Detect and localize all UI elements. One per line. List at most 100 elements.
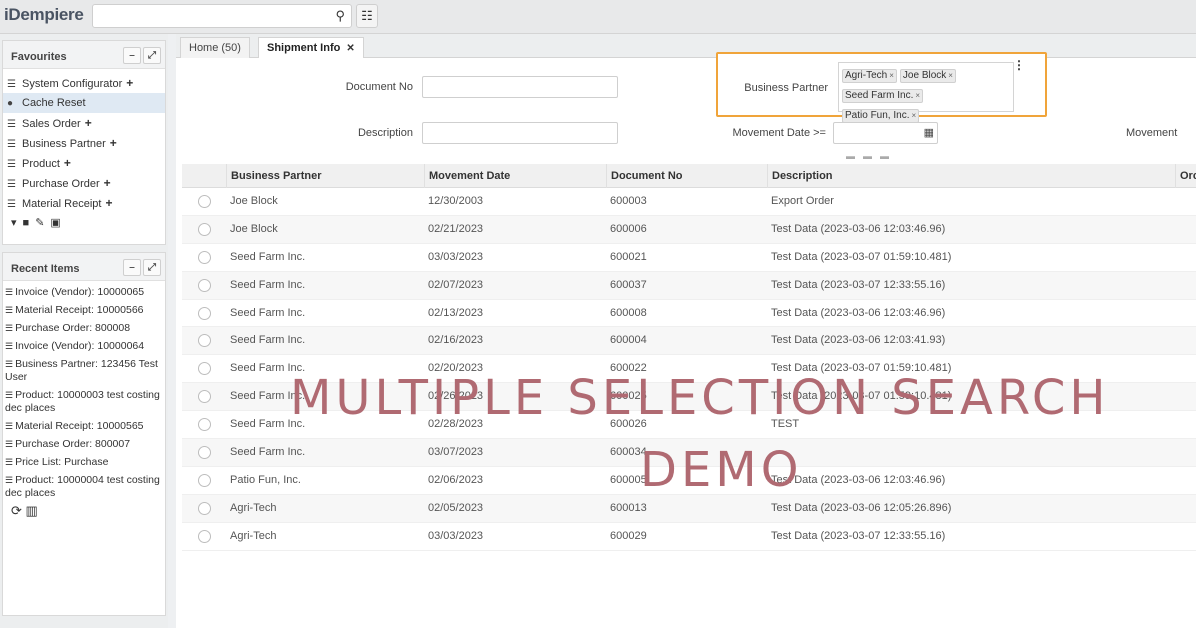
table-row[interactable]: Patio Fun, Inc. 02/06/2023 600005 Test Data…: [182, 467, 1196, 495]
remove-chip-icon[interactable]: ×: [948, 71, 953, 80]
new-record-icon[interactable]: +: [126, 76, 133, 90]
row-select-radio[interactable]: [198, 306, 211, 320]
collapse-icon[interactable]: –: [123, 259, 141, 276]
new-record-icon[interactable]: +: [104, 176, 111, 190]
global-search-input[interactable]: ⚲: [92, 4, 352, 28]
collapse-icon[interactable]: –: [123, 47, 141, 64]
table-row[interactable]: Seed Farm Inc. 02/16/2023 600004 Test Data …: [182, 327, 1196, 356]
folder-icon[interactable]: ■: [23, 217, 36, 229]
recent-item[interactable]: ☰ Purchase Order: 800007: [3, 436, 165, 454]
window-icon: ☰: [5, 341, 14, 351]
table-cell: 600004: [610, 334, 647, 347]
favourite-item[interactable]: ☰ Purchase Order +: [3, 173, 165, 193]
column-header[interactable]: Orc: [1175, 164, 1196, 188]
trash-icon[interactable]: ▥: [26, 503, 38, 518]
row-select-radio[interactable]: [198, 529, 211, 543]
new-record-icon[interactable]: +: [110, 136, 117, 150]
recent-items-header: Recent Items – ⤢: [3, 253, 165, 281]
selected-partner-chip: Agri-Tech ×: [842, 69, 897, 83]
row-select-radio[interactable]: [198, 222, 211, 236]
table-row[interactable]: Agri-Tech 03/03/2023 600029 Test Data (2023…: [182, 523, 1196, 551]
recent-item[interactable]: ☰ Material Receipt: 10000565: [3, 418, 165, 436]
row-select-radio[interactable]: [198, 250, 211, 264]
app-logo: iDempiere: [4, 5, 84, 24]
chevron-down-icon[interactable]: ▾: [11, 217, 23, 229]
column-header[interactable]: Description: [767, 164, 1175, 188]
window-icon: ☰: [5, 305, 14, 315]
recent-item[interactable]: ☰ Purchase Order: 800008: [3, 320, 165, 338]
row-select-radio[interactable]: [198, 195, 211, 208]
refresh-icon[interactable]: ⟳: [11, 503, 22, 518]
recent-item[interactable]: ☰ Product: 10000003 test costing dec plac…: [3, 387, 165, 418]
table-row[interactable]: Joe Block 12/30/2003 600003 Export Order: [182, 188, 1196, 216]
sidebar: Favourites – ⤢ ☰ System Configurator + ● Cach…: [0, 34, 168, 628]
window-icon: ☰: [7, 79, 16, 90]
save-icon[interactable]: ▣: [50, 217, 66, 229]
table-row[interactable]: Agri-Tech 02/05/2023 600013 Test Data (2023…: [182, 494, 1196, 523]
table-row[interactable]: Seed Farm Inc. 02/13/2023 600008 Test Data …: [182, 300, 1196, 328]
column-header[interactable]: Business Partner: [226, 164, 424, 188]
expand-icon[interactable]: ⤢: [143, 47, 161, 64]
movement-date-input[interactable]: ▦: [833, 122, 938, 144]
recent-item[interactable]: ☰ Product: 10000004 test costing dec plac…: [3, 472, 165, 503]
favourite-item-label: Product: [22, 158, 60, 170]
table-row[interactable]: Seed Farm Inc. 03/03/2023 600021 Test Data …: [182, 244, 1196, 272]
table-cell: 600006: [610, 222, 647, 235]
sitemap-icon[interactable]: ☷: [356, 4, 378, 28]
calendar-icon[interactable]: ▦: [924, 126, 934, 139]
recent-item-label: Price List: Purchase: [15, 456, 109, 468]
favourite-item[interactable]: ☰ Sales Order +: [3, 113, 165, 133]
tab-shipment-info[interactable]: Shipment Info ✕: [258, 37, 364, 58]
recent-item[interactable]: ☰ Invoice (Vendor): 10000065: [3, 284, 165, 302]
row-select-radio[interactable]: [198, 418, 211, 432]
table-row[interactable]: Seed Farm Inc. 02/26/2023 600025 Test Data …: [182, 383, 1196, 412]
expand-icon[interactable]: ⤢: [143, 259, 161, 276]
window-icon: ☰: [7, 179, 16, 190]
column-header[interactable]: Document No: [606, 164, 767, 188]
new-record-icon[interactable]: +: [105, 196, 112, 210]
favourite-item[interactable]: ☰ Material Receipt +: [3, 193, 165, 213]
remove-chip-icon[interactable]: ×: [889, 71, 894, 80]
new-record-icon[interactable]: +: [64, 156, 71, 170]
row-select-radio[interactable]: [198, 446, 211, 460]
favourite-item[interactable]: ☰ Business Partner +: [3, 133, 165, 153]
recent-item[interactable]: ☰ Price List: Purchase: [3, 454, 165, 472]
more-options-icon[interactable]: ⋮: [1013, 58, 1025, 72]
table-row[interactable]: Seed Farm Inc. 02/07/2023 600037 Test Data …: [182, 271, 1196, 300]
recent-item[interactable]: ☰ Invoice (Vendor): 10000064: [3, 338, 165, 356]
table-row[interactable]: Seed Farm Inc. 03/07/2023 600034: [182, 439, 1196, 467]
table-cell: 600013: [610, 501, 647, 514]
recent-item[interactable]: ☰ Material Receipt: 10000566: [3, 302, 165, 320]
description-input[interactable]: [422, 122, 618, 144]
row-select-radio[interactable]: [198, 362, 211, 376]
favourite-item[interactable]: ● Cache Reset: [3, 93, 165, 113]
window-icon: ☰: [5, 287, 14, 297]
new-record-icon[interactable]: +: [85, 116, 92, 130]
recent-item[interactable]: ☰ Business Partner: 123456 Test User: [3, 356, 165, 387]
business-partner-selection-list[interactable]: Agri-Tech × Joe Block × Seed Farm Inc. × Patio…: [838, 62, 1014, 123]
table-cell: Agri-Tech: [230, 529, 277, 542]
table-row[interactable]: Seed Farm Inc. 02/28/2023 600026 TEST: [182, 411, 1196, 440]
splitter-handle[interactable]: ▬▬▬: [846, 151, 897, 161]
close-icon[interactable]: ✕: [346, 43, 354, 54]
favourite-item[interactable]: ☰ Product +: [3, 153, 165, 173]
table-row[interactable]: Seed Farm Inc. 02/20/2023 600022 Test Data …: [182, 355, 1196, 384]
row-select-radio[interactable]: [198, 278, 211, 292]
row-select-radio[interactable]: [198, 334, 211, 348]
selected-partner-chip: Seed Farm Inc. ×: [842, 89, 924, 103]
remove-chip-icon[interactable]: ×: [915, 91, 920, 100]
column-header[interactable]: Movement Date: [424, 164, 606, 188]
tab-home[interactable]: Home (50): [180, 37, 250, 58]
row-select-radio[interactable]: [198, 501, 211, 515]
document-no-input[interactable]: [422, 76, 618, 98]
remove-chip-icon[interactable]: ×: [911, 111, 916, 120]
favourite-item[interactable]: ☰ System Configurator +: [3, 73, 165, 93]
row-select-radio[interactable]: [198, 390, 211, 404]
edit-icon[interactable]: ✎: [35, 217, 50, 229]
favourites-list: ☰ System Configurator + ● Cache Reset ☰ Sales …: [3, 69, 165, 213]
window-icon: ☰: [5, 439, 14, 449]
table-cell: 600037: [610, 278, 647, 291]
table-row[interactable]: Joe Block 02/21/2023 600006 Test Data (2023…: [182, 215, 1196, 244]
search-icon[interactable]: ⚲: [335, 8, 345, 24]
row-select-radio[interactable]: [198, 473, 211, 487]
